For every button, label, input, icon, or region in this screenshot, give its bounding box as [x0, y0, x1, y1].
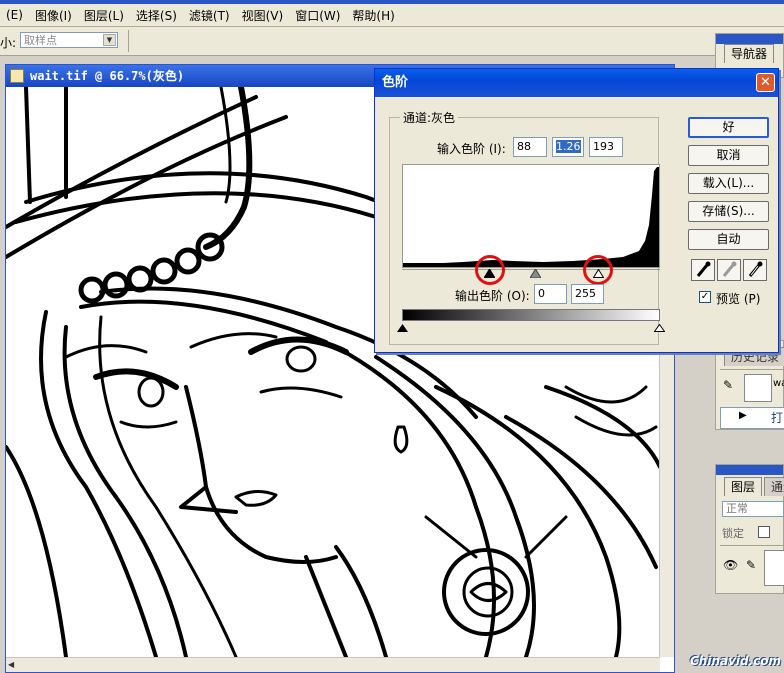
tab-navigator[interactable]: 导航器 [724, 44, 775, 63]
lock-label: 锁定 [722, 527, 744, 540]
layer-row[interactable]: 👁 ✎ [720, 545, 784, 588]
channel-legend: 通道:灰色 [400, 109, 459, 126]
auto-button[interactable]: 自动 [688, 229, 769, 250]
channel-value[interactable]: 灰色 [431, 111, 455, 125]
channel-label: 通道: [403, 111, 432, 125]
levels-dialog: 色阶 ✕ 通道:灰色 输入色阶 (I): 88 1.26 193 输出色阶 (O… [374, 68, 779, 353]
output-white-field[interactable]: 255 [571, 284, 604, 304]
menu-window[interactable]: 窗口(W) [289, 7, 346, 24]
history-thumbnail [744, 374, 772, 402]
output-white-slider[interactable] [653, 321, 666, 332]
output-black-slider[interactable] [397, 321, 408, 332]
history-step-icon: ▶ [739, 410, 747, 421]
menu-image[interactable]: 图像(I) [29, 7, 78, 24]
histogram [402, 164, 660, 268]
history-snapshot-row[interactable]: ✎ wa [720, 369, 784, 404]
menu-filter[interactable]: 滤镜(T) [183, 7, 236, 24]
save-button[interactable]: 存储(S)... [688, 201, 769, 222]
output-gradient-bar [402, 309, 660, 321]
black-eyedropper-icon [696, 261, 711, 277]
input-white-field[interactable]: 193 [589, 137, 623, 157]
output-black-field[interactable]: 0 [534, 284, 567, 304]
document-title: wait.tif @ 66.7%(灰色) [30, 69, 185, 83]
lock-transparency-checkbox[interactable] [758, 526, 770, 538]
ok-button[interactable]: 好 [688, 117, 769, 138]
input-levels-label: 输入色阶 (I): [437, 142, 506, 156]
input-gamma-field[interactable]: 1.26 [552, 137, 584, 157]
cancel-button[interactable]: 取消 [688, 145, 769, 166]
menu-layer[interactable]: 图层(L) [78, 7, 130, 24]
load-button[interactable]: 载入(L)... [688, 173, 769, 194]
document-image-icon [10, 69, 24, 83]
menu-select[interactable]: 选择(S) [130, 7, 183, 24]
preview-label: 预览 (P) [716, 292, 761, 306]
output-levels-label: 输出色阶 (O): [455, 289, 530, 303]
white-eyedropper-icon [748, 261, 763, 277]
layer-thumbnail [764, 550, 784, 586]
horizontal-scrollbar[interactable]: ◀ [6, 657, 660, 672]
eye-icon[interactable]: 👁 [723, 558, 738, 572]
close-icon[interactable]: ✕ [756, 73, 775, 92]
history-step-row[interactable]: ▶ 打 [720, 407, 784, 429]
input-black-field[interactable]: 88 [513, 137, 547, 157]
white-eyedropper-button[interactable] [743, 259, 767, 281]
menu-help[interactable]: 帮助(H) [346, 7, 400, 24]
black-eyedropper-button[interactable] [691, 259, 715, 281]
menu-edit[interactable]: (E) [0, 8, 29, 22]
menu-view[interactable]: 视图(V) [236, 7, 290, 24]
history-palette: 历史记录 ✎ wa ▶ 打 [715, 340, 784, 430]
scroll-left-icon[interactable]: ◀ [8, 660, 18, 670]
sample-size-label: 小: [0, 36, 17, 50]
history-step-label: 打 [771, 411, 784, 425]
menubar: (E) 图像(I) 图层(L) 选择(S) 滤镜(T) 视图(V) 窗口(W) … [0, 4, 784, 27]
sample-size-value: 取样点 [24, 34, 57, 47]
input-gamma-slider[interactable] [529, 267, 542, 279]
gray-eyedropper-icon [722, 261, 737, 277]
tab-layers[interactable]: 图层 [724, 477, 763, 496]
highlight-black-slider [475, 255, 505, 285]
blend-mode-select[interactable]: 正常 [722, 501, 784, 517]
blend-mode-value: 正常 [726, 502, 748, 515]
histogram-graph [403, 167, 659, 267]
preview-checkbox[interactable]: ✓ [699, 291, 711, 303]
gray-eyedropper-button[interactable] [717, 259, 741, 281]
layers-palette-titlebar[interactable] [716, 465, 783, 475]
options-divider [128, 30, 129, 52]
history-item-label: wa [773, 378, 784, 389]
watermark: Chinavid.com [690, 654, 782, 668]
chevron-down-icon[interactable]: ▼ [103, 34, 116, 46]
sample-size-select[interactable]: 取样点 ▼ [20, 32, 118, 48]
highlight-white-slider [583, 255, 613, 285]
tab-channels[interactable]: 通道 [764, 477, 784, 496]
levels-dialog-titlebar[interactable]: 色阶 ✕ [375, 69, 778, 97]
navigator-palette-titlebar[interactable] [716, 34, 783, 44]
brush-icon: ✎ [723, 378, 734, 392]
dialog-title: 色阶 [382, 75, 409, 90]
layers-palette: 图层 通道 正常 锁定 👁 ✎ [715, 464, 784, 594]
brush-icon: ✎ [746, 558, 757, 572]
options-bar: 小: 取样点 ▼ [0, 27, 784, 56]
